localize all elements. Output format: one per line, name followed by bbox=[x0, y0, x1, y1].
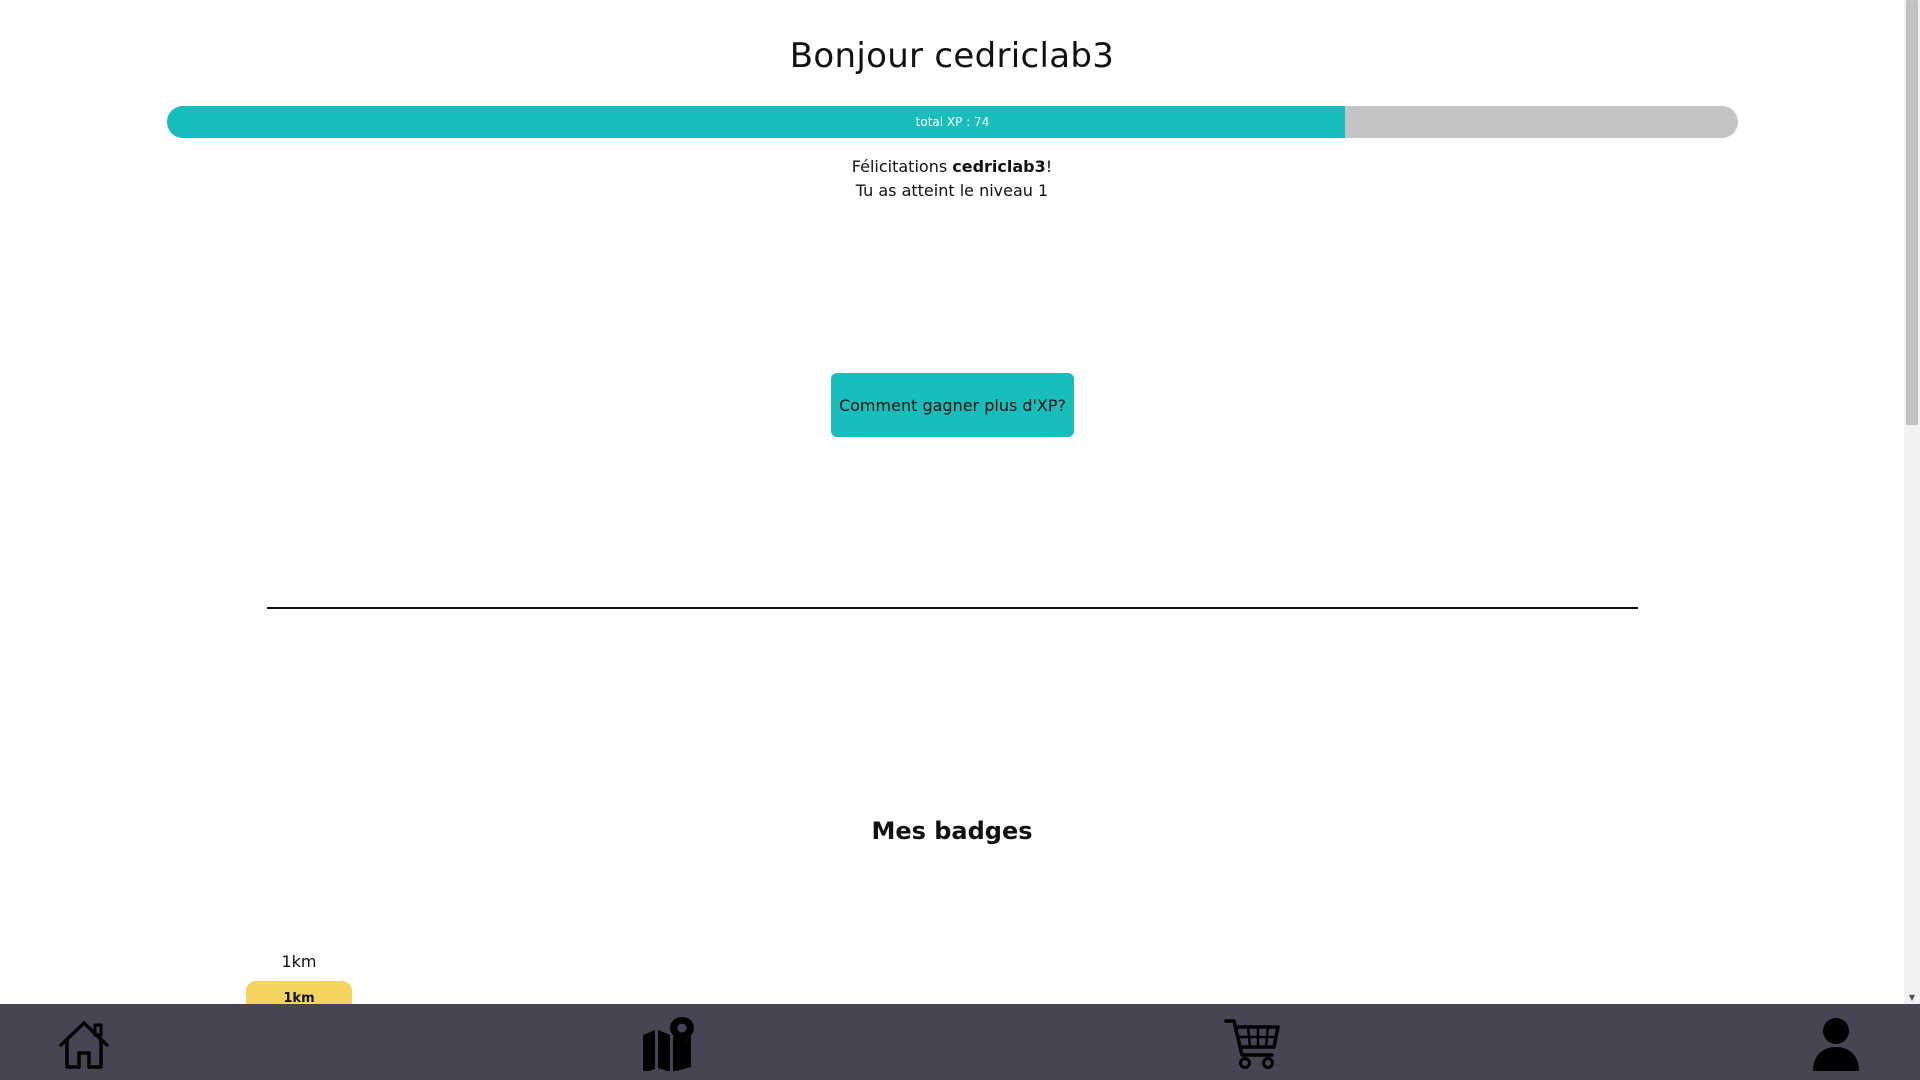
shopping-cart-icon bbox=[1224, 1019, 1280, 1069]
xp-total-label: total XP : 74 bbox=[915, 115, 990, 129]
user-icon bbox=[1813, 1018, 1859, 1071]
congrats-suffix: ! bbox=[1045, 157, 1053, 176]
nav-shop[interactable] bbox=[1224, 1016, 1280, 1072]
nav-profile[interactable] bbox=[1808, 1016, 1864, 1072]
nav-home[interactable] bbox=[56, 1016, 112, 1072]
congrats-line: Félicitations cedriclab3! bbox=[0, 155, 1904, 179]
page-content: Bonjour cedriclab3 total XP : 74 Félicit… bbox=[0, 0, 1904, 1004]
xp-progress-bar: total XP : 74 bbox=[167, 106, 1738, 138]
badge-card[interactable]: 1km 1km bbox=[246, 952, 352, 1004]
scroll-down-arrow-icon[interactable]: ▼ bbox=[1904, 992, 1920, 1004]
nav-map[interactable] bbox=[640, 1016, 696, 1072]
congrats-message: Félicitations cedriclab3! Tu as atteint … bbox=[0, 155, 1904, 203]
section-divider bbox=[267, 607, 1638, 609]
page-title: Bonjour cedriclab3 bbox=[789, 36, 1115, 76]
badges-title: Mes badges bbox=[871, 817, 1033, 845]
map-pin-icon bbox=[643, 1017, 694, 1071]
bottom-nav bbox=[0, 1004, 1920, 1080]
badge-name: 1km bbox=[281, 952, 317, 971]
congrats-username: cedriclab3 bbox=[952, 157, 1046, 176]
vertical-scrollbar[interactable]: ▲ ▼ bbox=[1904, 0, 1920, 1004]
level-line: Tu as atteint le niveau 1 bbox=[855, 181, 1049, 200]
earn-xp-button[interactable]: Comment gagner plus d'XP? bbox=[831, 373, 1074, 437]
badge-ribbon: 1km bbox=[246, 981, 352, 1004]
congrats-prefix: Félicitations bbox=[851, 157, 953, 176]
scroll-thumb[interactable] bbox=[1906, 0, 1918, 425]
home-icon bbox=[59, 1021, 109, 1069]
